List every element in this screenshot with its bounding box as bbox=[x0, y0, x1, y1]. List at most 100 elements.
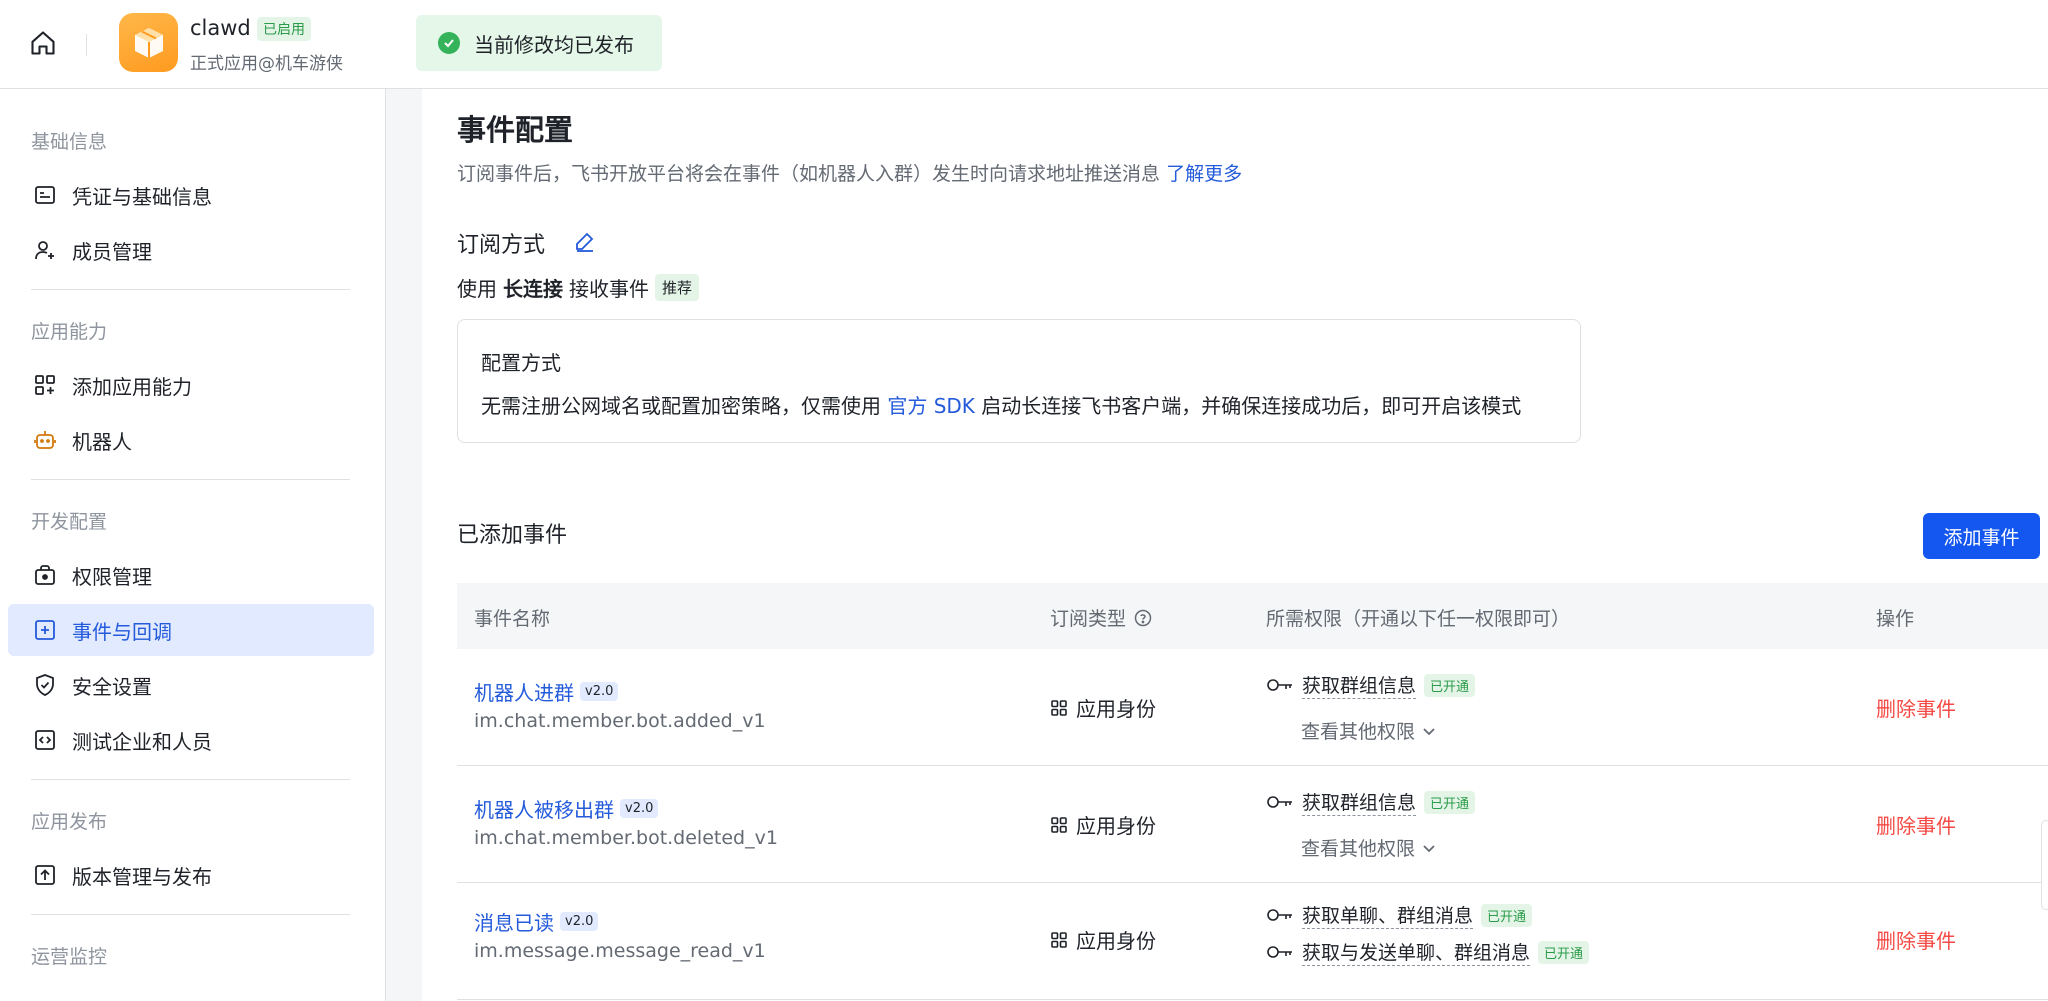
content-gutter bbox=[386, 89, 422, 1001]
credential-icon bbox=[32, 182, 58, 208]
divider bbox=[86, 34, 87, 56]
sidebar-item-label: 安全设置 bbox=[72, 674, 152, 699]
permission-item: 获取群组信息 已开通 bbox=[1266, 788, 1476, 816]
permission-status-badge: 已开通 bbox=[1538, 940, 1590, 964]
help-icon[interactable] bbox=[1134, 609, 1152, 627]
header-event-name: 事件名称 bbox=[474, 608, 551, 630]
permission-name[interactable]: 获取与发送单聊、群组消息 bbox=[1302, 938, 1531, 966]
publish-toast: 当前修改均已发布 bbox=[416, 15, 662, 71]
view-more-label: 查看其他权限 bbox=[1301, 721, 1416, 743]
version-badge: v2.0 bbox=[620, 799, 659, 818]
app-name: clawd bbox=[190, 16, 251, 40]
table-row: 机器人被移出群 v2.0 im.chat.member.bot.deleted_… bbox=[457, 766, 2048, 883]
config-title: 配置方式 bbox=[481, 351, 561, 375]
sidebar-item-label: 测试企业和人员 bbox=[72, 729, 212, 754]
home-icon[interactable] bbox=[28, 28, 58, 58]
permission-item: 获取单聊、群组消息 已开通 bbox=[1266, 901, 1533, 929]
subscription-type: 应用身份 bbox=[1050, 810, 1156, 839]
sidebar-item-security[interactable]: 安全设置 bbox=[8, 659, 374, 711]
event-name-link[interactable]: 机器人被移出群 v2.0 bbox=[474, 794, 659, 823]
sidebar-item-label: 添加应用能力 bbox=[72, 374, 192, 399]
header-label: 订阅类型 bbox=[1050, 608, 1127, 630]
chevron-down-icon bbox=[1421, 840, 1437, 856]
app-grid-icon bbox=[1050, 931, 1068, 949]
shield-icon bbox=[32, 672, 58, 698]
table-row: 消息已读 v2.0 im.message.message_read_v1 应用身… bbox=[457, 883, 2048, 1000]
permission-name[interactable]: 获取群组信息 bbox=[1302, 788, 1417, 816]
sidebar-group-release: 应用发布 bbox=[31, 811, 108, 833]
side-panel-handle[interactable] bbox=[2041, 820, 2048, 910]
event-name: 消息已读 bbox=[474, 911, 554, 935]
event-key: im.message.message_read_v1 bbox=[474, 940, 766, 962]
subscription-type-label: 应用身份 bbox=[1076, 929, 1156, 953]
sidebar-divider bbox=[31, 779, 350, 780]
sidebar-item-label: 凭证与基础信息 bbox=[72, 184, 212, 209]
toast-text: 当前修改均已发布 bbox=[474, 32, 634, 57]
permission-item: 获取群组信息 已开通 bbox=[1266, 671, 1476, 699]
sidebar-item-label: 权限管理 bbox=[72, 564, 152, 589]
view-more-permissions[interactable]: 查看其他权限 bbox=[1301, 717, 1437, 744]
subscribe-mode: 长连接 bbox=[503, 277, 563, 301]
sidebar-item-members[interactable]: 成员管理 bbox=[8, 224, 374, 276]
code-icon bbox=[32, 727, 58, 753]
header-permissions: 所需权限（开通以下任一权限即可） bbox=[1266, 608, 1571, 630]
event-name: 机器人被移出群 bbox=[474, 798, 614, 822]
permission-item: 获取与发送单聊、群组消息 已开通 bbox=[1266, 938, 1590, 966]
sidebar-item-label: 成员管理 bbox=[72, 239, 152, 264]
user-add-icon bbox=[32, 237, 58, 263]
table-header: 事件名称 订阅类型 所需权限（开通以下任一权限即可） 操作 bbox=[457, 583, 2048, 649]
sidebar-item-versions[interactable]: 版本管理与发布 bbox=[8, 849, 374, 901]
sidebar-item-permissions[interactable]: 权限管理 bbox=[8, 549, 374, 601]
sidebar-item-events[interactable]: 事件与回调 bbox=[8, 604, 374, 656]
event-name-link[interactable]: 消息已读 v2.0 bbox=[474, 907, 599, 936]
event-key: im.chat.member.bot.deleted_v1 bbox=[474, 827, 778, 849]
delete-event-button[interactable]: 删除事件 bbox=[1876, 925, 1956, 954]
sidebar-divider bbox=[31, 479, 350, 480]
edit-icon[interactable] bbox=[573, 229, 597, 253]
config-box: 配置方式 无需注册公网域名或配置加密策略，仅需使用 官方 SDK 启动长连接飞书… bbox=[457, 319, 1581, 443]
key-icon bbox=[1266, 677, 1294, 693]
delete-event-button[interactable]: 删除事件 bbox=[1876, 693, 1956, 722]
app-logo bbox=[119, 13, 178, 72]
sidebar-group-capability: 应用能力 bbox=[31, 321, 108, 343]
subscribe-prefix: 使用 bbox=[457, 277, 497, 301]
subscription-type: 应用身份 bbox=[1050, 925, 1156, 954]
config-text: 无需注册公网域名或配置加密策略，仅需使用 官方 SDK 启动长连接飞书客户端，并… bbox=[481, 390, 1521, 419]
event-name: 机器人进群 bbox=[474, 681, 574, 705]
version-badge: v2.0 bbox=[580, 682, 619, 701]
recommend-tag: 推荐 bbox=[655, 274, 700, 301]
subscribe-mode-line: 使用 长连接 接收事件 推荐 bbox=[457, 273, 700, 302]
view-more-permissions[interactable]: 查看其他权限 bbox=[1301, 834, 1437, 861]
permission-name[interactable]: 获取单聊、群组消息 bbox=[1302, 901, 1474, 929]
key-icon bbox=[1266, 944, 1294, 960]
sidebar-item-robot[interactable]: 机器人 bbox=[8, 414, 374, 466]
event-name-link[interactable]: 机器人进群 v2.0 bbox=[474, 677, 619, 706]
official-sdk-link[interactable]: 官方 SDK bbox=[887, 394, 975, 418]
subscribe-title: 订阅方式 bbox=[457, 233, 546, 258]
sidebar-item-credentials[interactable]: 凭证与基础信息 bbox=[8, 169, 374, 221]
permission-status-badge: 已开通 bbox=[1481, 903, 1533, 927]
permission-name[interactable]: 获取群组信息 bbox=[1302, 671, 1417, 699]
app-status-badge: 已启用 bbox=[257, 17, 311, 41]
app-subtitle: 正式应用@机车游侠 bbox=[190, 54, 343, 74]
delete-event-button[interactable]: 删除事件 bbox=[1876, 810, 1956, 839]
subscribe-suffix: 接收事件 bbox=[569, 277, 649, 301]
description-text: 订阅事件后，飞书开放平台将会在事件（如机器人入群）发生时向请求地址推送消息 bbox=[457, 163, 1161, 185]
app-grid-icon bbox=[1050, 699, 1068, 717]
sidebar-item-add-capability[interactable]: 添加应用能力 bbox=[8, 359, 374, 411]
table-row: 机器人进群 v2.0 im.chat.member.bot.added_v1 应… bbox=[457, 649, 2048, 766]
sidebar-item-test-tenant[interactable]: 测试企业和人员 bbox=[8, 714, 374, 766]
page-description: 订阅事件后，飞书开放平台将会在事件（如机器人入群）发生时向请求地址推送消息 了解… bbox=[457, 159, 1242, 186]
sidebar-group-basic: 基础信息 bbox=[31, 131, 108, 153]
header-subscription-type: 订阅类型 bbox=[1050, 604, 1152, 631]
subscription-type-label: 应用身份 bbox=[1076, 814, 1156, 838]
sidebar-divider bbox=[31, 914, 350, 915]
version-badge: v2.0 bbox=[560, 912, 599, 931]
add-event-button[interactable]: 添加事件 bbox=[1923, 513, 2040, 559]
permission-status-badge: 已开通 bbox=[1424, 790, 1476, 814]
sidebar-divider bbox=[31, 289, 350, 290]
app-grid-icon bbox=[1050, 816, 1068, 834]
robot-icon bbox=[32, 427, 58, 453]
sidebar-group-dev: 开发配置 bbox=[31, 511, 108, 533]
learn-more-link[interactable]: 了解更多 bbox=[1166, 163, 1242, 185]
